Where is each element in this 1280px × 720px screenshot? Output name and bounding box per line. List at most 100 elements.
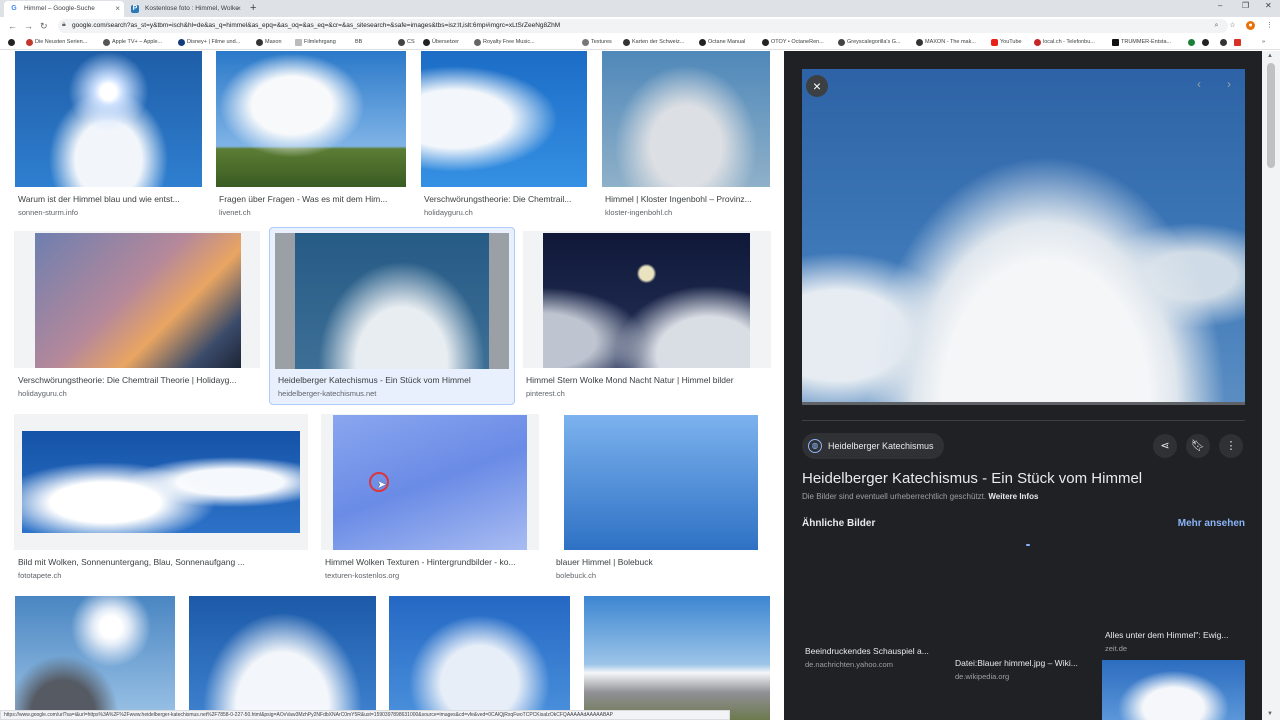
result-title[interactable]: Heidelberger Katechismus - Ein Stück vom… bbox=[278, 375, 514, 385]
bookmark-item[interactable]: BB bbox=[346, 38, 362, 47]
bookmark-item[interactable]: OTOY • OctaneRen... bbox=[762, 38, 824, 47]
image-result[interactable]: Verschwörungstheorie: Die Chemtrail Theo… bbox=[14, 231, 260, 401]
result-thumbnail[interactable] bbox=[543, 233, 750, 368]
bookmark-item[interactable]: Royalty Free Music... bbox=[474, 38, 535, 47]
browser-toolbar: ← → ↻ 🔒︎ google.com/search?as_st=y&tbm=i… bbox=[0, 17, 1280, 35]
result-title[interactable]: Verschwörungstheorie: Die Chemtrail Theo… bbox=[18, 375, 260, 385]
result-thumbnail[interactable] bbox=[389, 596, 570, 720]
result-thumbnail[interactable] bbox=[216, 51, 406, 187]
similar-image-item[interactable]: Beeindruckendes Schauspiel a... de.nachr… bbox=[802, 541, 942, 691]
status-bar-url: https://www.google.com/url?sa=i&url=http… bbox=[0, 710, 730, 720]
scrollbar-thumb[interactable] bbox=[1267, 63, 1275, 168]
previous-image-icon[interactable]: ‹ bbox=[1190, 75, 1208, 93]
music-icon bbox=[474, 39, 481, 46]
similar-title[interactable]: Beeindruckendes Schauspiel a... bbox=[805, 646, 929, 656]
similar-title[interactable]: Alles unter dem Himmel": Ewig... bbox=[1105, 630, 1228, 640]
save-bookmark-icon[interactable]: 🔖︎ bbox=[1186, 434, 1210, 458]
next-image-icon[interactable]: › bbox=[1220, 75, 1238, 93]
result-thumbnail[interactable] bbox=[421, 51, 587, 187]
bookmark-item[interactable]: Disney+ | Filme und... bbox=[178, 38, 240, 47]
forward-icon[interactable]: → bbox=[24, 20, 33, 32]
menu-icon[interactable]: ⋮ bbox=[1265, 21, 1274, 30]
bookmark-label: Octane Manual bbox=[708, 39, 746, 45]
image-result-selected[interactable]: Heidelberger Katechismus - Ein Stück vom… bbox=[269, 227, 515, 405]
back-icon[interactable]: ← bbox=[8, 20, 17, 32]
bookmark-item[interactable]: Octane Manual bbox=[699, 38, 745, 47]
tab-kostenlose-foto[interactable]: P Kostenlose foto : Himmel, Wolke × bbox=[125, 1, 245, 17]
minimize-icon[interactable]: – bbox=[1218, 1, 1222, 10]
result-source: holidayguru.ch bbox=[18, 389, 67, 398]
result-title[interactable]: Verschwörungstheorie: Die Chemtrail... bbox=[424, 194, 588, 204]
result-thumbnail[interactable] bbox=[189, 596, 376, 720]
share-icon[interactable]: ⋖ bbox=[1153, 434, 1177, 458]
show-more-link[interactable]: Mehr ansehen bbox=[1178, 518, 1245, 529]
result-title[interactable]: Fragen über Fragen - Was es mit dem Him.… bbox=[219, 194, 407, 204]
image-result[interactable]: Bild mit Wolken, Sonnenuntergang, Blau, … bbox=[14, 414, 308, 584]
reload-icon[interactable]: ↻ bbox=[40, 20, 48, 32]
result-title[interactable]: Bild mit Wolken, Sonnenuntergang, Blau, … bbox=[18, 557, 308, 567]
bookmark-item[interactable]: Maxon bbox=[256, 38, 282, 47]
extension-icon[interactable]: ● bbox=[1246, 21, 1255, 30]
result-title[interactable]: Warum ist der Himmel blau und wie entst.… bbox=[18, 194, 204, 204]
bookmark-label: OTOY • OctaneRen... bbox=[771, 39, 824, 45]
bookmark-item[interactable]: Apple TV+ – Apple... bbox=[103, 38, 162, 47]
bookmark-item[interactable]: TRUMMER-Entsta... bbox=[1112, 38, 1171, 47]
image-result[interactable]: Warum ist der Himmel blau und wie entst.… bbox=[14, 51, 204, 221]
result-thumbnail[interactable] bbox=[35, 233, 241, 368]
bookmark-star-icon[interactable]: ☆ bbox=[1228, 21, 1237, 30]
result-thumbnail[interactable] bbox=[295, 233, 489, 369]
new-tab-button[interactable]: + bbox=[250, 1, 256, 15]
bookmark-item[interactable]: Textures bbox=[582, 38, 612, 47]
source-chip[interactable]: ◍ Heidelberger Katechismus bbox=[802, 433, 944, 459]
bookmark-item[interactable]: Karten der Schweiz... bbox=[623, 38, 684, 47]
page-scrollbar[interactable]: ▲ ▼ bbox=[1262, 51, 1280, 720]
bookmark-item[interactable]: local.ch - Telefonbu... bbox=[1034, 38, 1095, 47]
image-result[interactable]: Fragen über Fragen - Was es mit dem Him.… bbox=[215, 51, 407, 221]
image-result[interactable]: Verschwörungstheorie: Die Chemtrail... h… bbox=[420, 51, 588, 221]
zoom-icon[interactable]: ⌕ bbox=[1212, 21, 1221, 30]
maximize-icon[interactable]: ❐ bbox=[1242, 1, 1249, 10]
result-thumbnail[interactable] bbox=[602, 51, 770, 187]
preview-image[interactable] bbox=[802, 69, 1245, 405]
similar-title[interactable]: Datei:Blauer himmel.jpg – Wiki... bbox=[955, 658, 1078, 668]
similar-image-item[interactable]: Datei:Blauer himmel.jpg – Wiki... de.wik… bbox=[952, 541, 1092, 691]
bookmark-label: MAXON - The mak... bbox=[925, 39, 976, 45]
bookmarks-overflow[interactable]: » bbox=[1262, 38, 1265, 47]
preview-title[interactable]: Heidelberger Katechismus - Ein Stück vom… bbox=[802, 470, 1142, 487]
gmail-icon bbox=[1234, 39, 1241, 46]
close-tab-icon[interactable]: × bbox=[236, 1, 241, 17]
window-close-icon[interactable]: ✕ bbox=[1265, 1, 1272, 10]
result-title[interactable]: Himmel Stern Wolke Mond Nacht Natur | Hi… bbox=[526, 375, 771, 385]
image-result[interactable]: blauer Himmel | Bolebuck bolebuck.ch bbox=[552, 414, 770, 584]
result-title[interactable]: Himmel | Kloster Ingenbohl – Provinz... bbox=[605, 194, 771, 204]
result-title[interactable]: Himmel Wolken Texturen - Hintergrundbild… bbox=[325, 557, 539, 567]
image-result[interactable]: Himmel | Kloster Ingenbohl – Provinz... … bbox=[601, 51, 771, 221]
more-info-link[interactable]: Weitere Infos bbox=[988, 492, 1038, 501]
close-icon[interactable]: × bbox=[806, 75, 828, 97]
address-bar[interactable]: 🔒︎ google.com/search?as_st=y&tbm=isch&hl… bbox=[58, 19, 1228, 33]
result-thumbnail[interactable] bbox=[584, 596, 770, 720]
bookmark-item[interactable]: Greyscalegorilla's G... bbox=[838, 38, 901, 47]
scroll-down-icon[interactable]: ▼ bbox=[1267, 711, 1273, 717]
image-result[interactable]: Himmel Stern Wolke Mond Nacht Natur | Hi… bbox=[523, 231, 771, 401]
result-thumbnail[interactable] bbox=[333, 415, 527, 550]
bookmark-item[interactable]: CS bbox=[398, 38, 415, 47]
bookmark-item[interactable]: YouTube bbox=[991, 38, 1022, 47]
more-options-icon[interactable]: ⋮ bbox=[1219, 434, 1243, 458]
result-thumbnail[interactable] bbox=[22, 431, 300, 533]
result-thumbnail[interactable] bbox=[15, 51, 202, 187]
bookmark-item[interactable]: MAXON - The mak... bbox=[916, 38, 976, 47]
result-thumbnail[interactable] bbox=[564, 415, 758, 550]
tab-google-search[interactable]: G Himmel – Google-Suche × bbox=[4, 1, 124, 17]
bookmark-item[interactable]: Filmlehrgang bbox=[295, 38, 336, 47]
scroll-up-icon[interactable]: ▲ bbox=[1267, 53, 1273, 59]
close-tab-icon[interactable]: × bbox=[115, 1, 120, 17]
bookmark-label: CS bbox=[407, 39, 415, 45]
bookmark-item[interactable]: Übersetzer bbox=[423, 38, 459, 47]
result-thumbnail[interactable] bbox=[15, 596, 175, 720]
tab-label: Himmel – Google-Suche bbox=[24, 5, 95, 12]
bookmark-item[interactable]: Die Neusten Serien... bbox=[26, 38, 87, 47]
similar-thumbnail[interactable] bbox=[1102, 660, 1245, 720]
result-title[interactable]: blauer Himmel | Bolebuck bbox=[556, 557, 770, 567]
image-result[interactable]: ➤ Himmel Wolken Texturen - Hintergrundbi… bbox=[321, 414, 539, 584]
